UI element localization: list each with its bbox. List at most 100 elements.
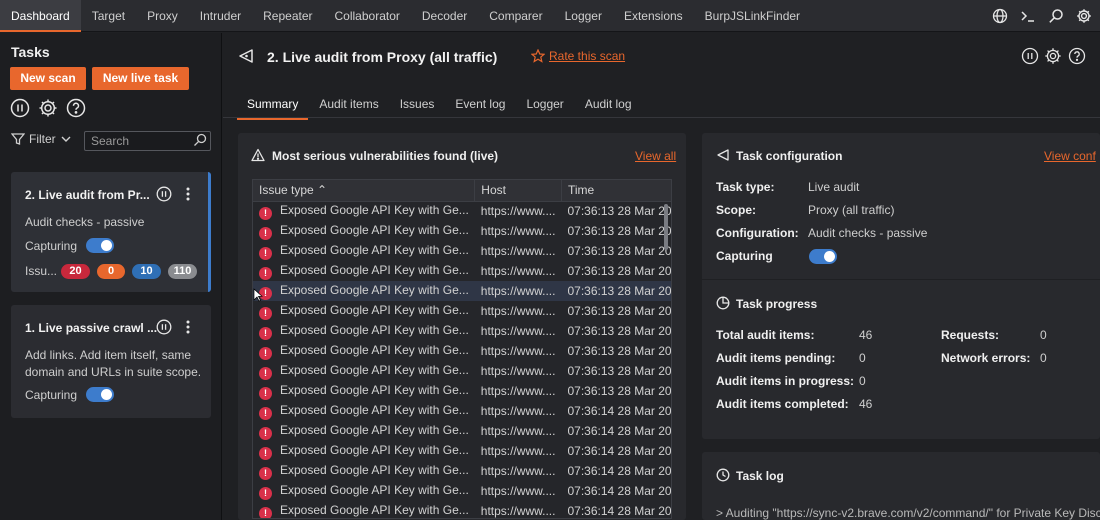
audit-items-pending-value: 0 bbox=[859, 351, 866, 365]
tab-logger[interactable]: Logger bbox=[554, 0, 613, 32]
subtab-audit-items[interactable]: Audit items bbox=[309, 93, 388, 120]
task-card-live-passive-crawl[interactable]: 1. Live passive crawl ... Add links. Add… bbox=[11, 305, 211, 418]
top-menu-bar: Dashboard Target Proxy Intruder Repeater Coll… bbox=[0, 0, 1100, 32]
high-severity-icon: ! bbox=[259, 486, 272, 500]
high-severity-icon: ! bbox=[259, 326, 272, 340]
tab-collaborator[interactable]: Collaborator bbox=[324, 0, 411, 32]
scope-label: Scope: bbox=[716, 203, 757, 217]
table-row[interactable]: ! Exposed Google API Key with Ge... https:… bbox=[253, 201, 671, 221]
capturing-toggle[interactable] bbox=[86, 238, 114, 253]
capturing-toggle[interactable] bbox=[809, 249, 837, 264]
task-help-icon[interactable] bbox=[1067, 46, 1087, 66]
new-live-task-button[interactable]: New live task bbox=[92, 67, 189, 90]
table-row[interactable]: ! Exposed Google API Key with Ge... https:… bbox=[253, 261, 671, 281]
gear-icon[interactable] bbox=[1074, 6, 1094, 26]
star-icon bbox=[531, 49, 545, 63]
issue-type-cell: ! Exposed Google API Key with Ge... bbox=[253, 341, 475, 361]
issue-type-cell: ! Exposed Google API Key with Ge... bbox=[253, 361, 475, 381]
tab-dashboard[interactable]: Dashboard bbox=[0, 0, 81, 32]
table-row[interactable]: ! Exposed Google API Key with Ge... https:… bbox=[253, 381, 672, 401]
pause-icon[interactable] bbox=[155, 185, 173, 203]
high-severity-icon: ! bbox=[259, 466, 272, 480]
info-severity-badge: 110 bbox=[168, 264, 197, 279]
audit-items-completed-value: 46 bbox=[859, 397, 873, 411]
tab-proxy[interactable]: Proxy bbox=[136, 0, 189, 32]
tab-target[interactable]: Target bbox=[81, 0, 136, 32]
table-row[interactable]: ! Exposed Google API Key with Ge... https:… bbox=[253, 221, 671, 241]
time-cell: 07:36:13 28 Mar 2026 bbox=[567, 384, 672, 398]
issue-type-cell: ! Exposed Google API Key with Ge... bbox=[253, 421, 475, 441]
table-row[interactable]: ! Exposed Google API Key with Ge... https:… bbox=[253, 301, 671, 321]
low-severity-badge: 10 bbox=[132, 264, 161, 279]
high-severity-icon: ! bbox=[259, 306, 272, 320]
issue-type-text: Exposed Google API Key with Ge... bbox=[280, 382, 469, 397]
table-row[interactable]: ! Exposed Google API Key with Ge... https:… bbox=[253, 461, 671, 481]
audit-items-pending-label: Audit items pending: bbox=[716, 351, 836, 365]
view-all-link[interactable]: View all bbox=[635, 149, 676, 163]
task-settings-icon[interactable] bbox=[1043, 46, 1063, 66]
table-row[interactable]: ! Exposed Google API Key with Ge... https:… bbox=[253, 501, 672, 518]
issue-type-text: Exposed Google API Key with Ge... bbox=[280, 242, 469, 257]
task-log-panel: Task log > Auditing "https://sync-v2.bra… bbox=[702, 452, 1100, 520]
issue-type-text: Exposed Google API Key with Ge... bbox=[280, 402, 469, 417]
table-scrollbar[interactable] bbox=[664, 204, 668, 250]
subtab-audit-log[interactable]: Audit log bbox=[575, 93, 642, 120]
pause-all-icon[interactable] bbox=[10, 98, 30, 118]
tab-intruder[interactable]: Intruder bbox=[189, 0, 252, 32]
subtab-logger[interactable]: Logger bbox=[516, 93, 573, 120]
column-issue-type[interactable]: Issue type ⌃ bbox=[253, 180, 476, 202]
table-row[interactable]: ! Exposed Google API Key with Ge... https:… bbox=[253, 321, 672, 341]
clock-icon bbox=[716, 468, 730, 482]
new-scan-button[interactable]: New scan bbox=[10, 67, 86, 90]
view-configuration-link[interactable]: View conf bbox=[1044, 149, 1096, 163]
subtab-issues[interactable]: Issues bbox=[390, 93, 445, 120]
tab-repeater[interactable]: Repeater bbox=[252, 0, 323, 32]
issue-type-text: Exposed Google API Key with Ge... bbox=[280, 262, 469, 277]
capturing-toggle[interactable] bbox=[86, 387, 114, 402]
table-row[interactable]: ! Exposed Google API Key with Ge... https:… bbox=[253, 401, 671, 421]
table-row[interactable]: ! Exposed Google API Key with Ge... https:… bbox=[253, 281, 671, 301]
vulnerabilities-table: Issue type ⌃ Host Time ! Exposed Google A… bbox=[252, 179, 672, 519]
pause-icon[interactable] bbox=[155, 318, 173, 336]
tab-comparer[interactable]: Comparer bbox=[478, 0, 553, 32]
capturing-label: Capturing bbox=[25, 239, 78, 253]
more-options-icon[interactable] bbox=[179, 318, 197, 336]
terminal-icon[interactable] bbox=[1018, 6, 1038, 26]
column-host[interactable]: Host bbox=[474, 180, 562, 202]
tab-extensions[interactable]: Extensions bbox=[613, 0, 694, 32]
table-row[interactable]: ! Exposed Google API Key with Ge... https:… bbox=[253, 481, 671, 501]
high-severity-icon: ! bbox=[259, 506, 272, 518]
table-row[interactable]: ! Exposed Google API Key with Ge... https:… bbox=[253, 241, 671, 261]
host-cell: https://www.... bbox=[480, 484, 556, 498]
filter-dropdown[interactable]: Filter bbox=[11, 132, 72, 146]
column-time[interactable]: Time bbox=[561, 180, 671, 202]
subtab-event-log[interactable]: Event log bbox=[445, 93, 515, 120]
table-row[interactable]: ! Exposed Google API Key with Ge... https:… bbox=[253, 361, 671, 381]
network-errors-value: 0 bbox=[1040, 351, 1047, 365]
time-cell: 07:36:14 28 Mar 2026 bbox=[567, 504, 672, 518]
search-icon[interactable] bbox=[1046, 6, 1066, 26]
more-options-icon[interactable] bbox=[179, 185, 197, 203]
audit-items-in-progress-label: Audit items in progress: bbox=[716, 374, 855, 388]
time-cell: 07:36:13 28 Mar 2026 bbox=[567, 324, 672, 338]
host-cell: https://www.... bbox=[480, 464, 556, 478]
high-severity-icon: ! bbox=[259, 266, 272, 280]
subtab-summary[interactable]: Summary bbox=[237, 93, 309, 120]
task-progress-title: Task progress bbox=[736, 297, 818, 311]
host-cell: https://www.... bbox=[480, 224, 556, 238]
rate-scan-link[interactable]: Rate this scan bbox=[531, 49, 625, 63]
table-row[interactable]: ! Exposed Google API Key with Ge... https:… bbox=[253, 441, 671, 461]
host-cell: https://www.... bbox=[480, 364, 556, 378]
help-icon[interactable] bbox=[66, 98, 86, 118]
task-search-input[interactable]: Search bbox=[84, 131, 211, 151]
settings-icon[interactable] bbox=[38, 98, 58, 118]
issue-type-text: Exposed Google API Key with Ge... bbox=[280, 482, 469, 497]
filter-label: Filter bbox=[29, 132, 56, 146]
table-row[interactable]: ! Exposed Google API Key with Ge... https:… bbox=[253, 421, 671, 441]
globe-icon[interactable] bbox=[990, 6, 1010, 26]
pause-task-icon[interactable] bbox=[1020, 46, 1040, 66]
table-row[interactable]: ! Exposed Google API Key with Ge... https:… bbox=[253, 341, 671, 361]
tab-burpjslinkfinder[interactable]: BurpJSLinkFinder bbox=[694, 0, 811, 32]
tab-decoder[interactable]: Decoder bbox=[411, 0, 478, 32]
total-audit-items-value: 46 bbox=[859, 328, 873, 342]
